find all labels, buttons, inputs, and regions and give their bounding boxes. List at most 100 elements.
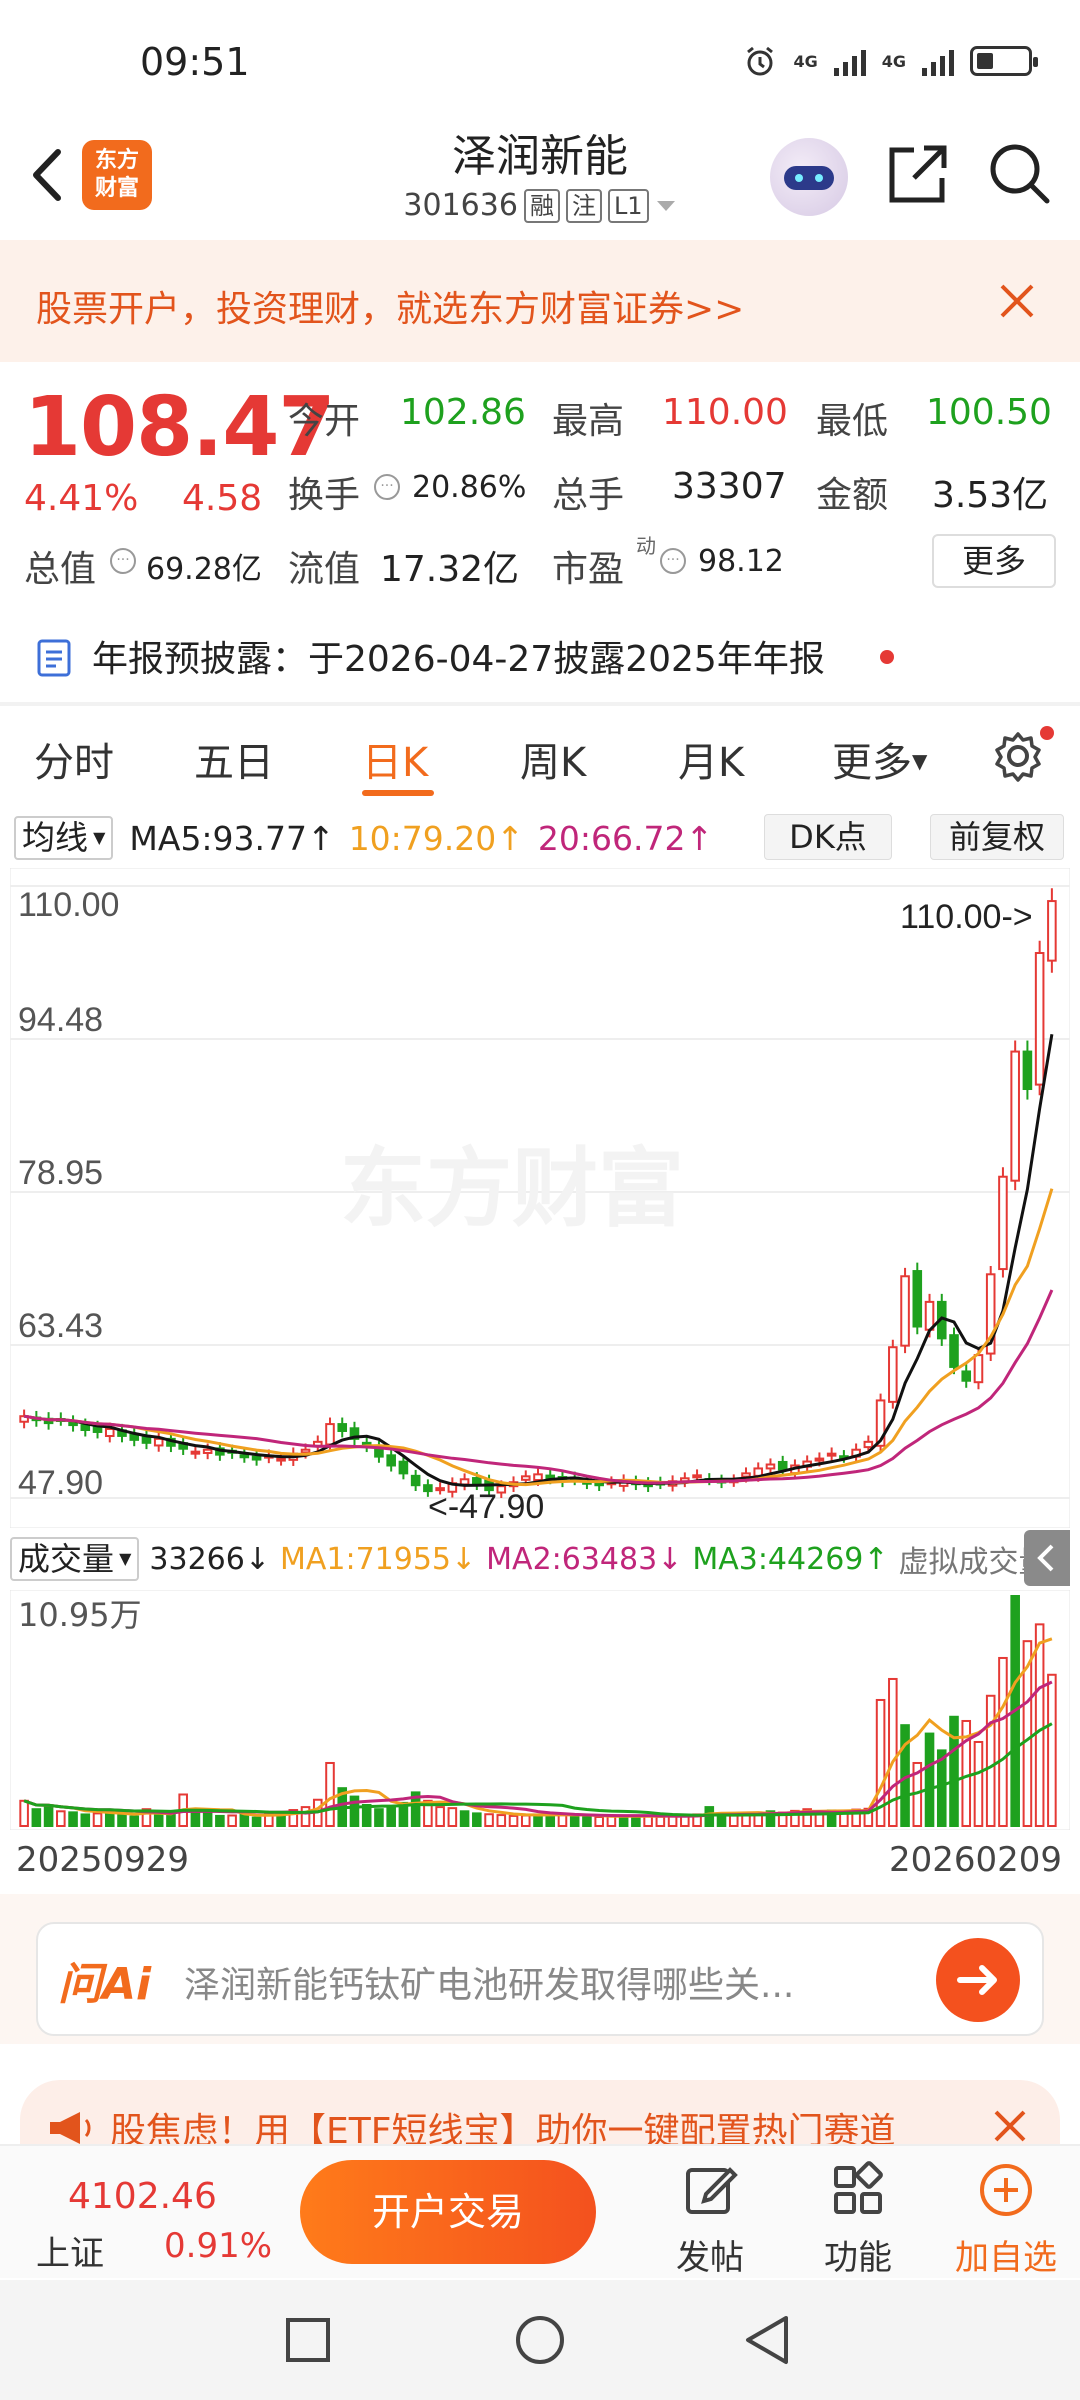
pe-value: 98.12 [698, 544, 784, 579]
volume-legend-row: 成交量 ▼ 33266↓ MA1:71955↓ MA2:63483↓ MA3:4… [10, 1532, 1070, 1586]
volume-bar [606, 1815, 617, 1827]
network-label-1: 4G [793, 51, 818, 71]
volume-bar [949, 1715, 959, 1827]
recent-apps-icon[interactable] [284, 2316, 332, 2364]
open-label: 今开 [288, 401, 361, 442]
ma-selector[interactable]: 均线 ▼ [14, 816, 114, 860]
volume-bar [166, 1814, 176, 1827]
gear-icon[interactable] [990, 728, 1046, 784]
vol-ma2: MA2:63483↓ [486, 1541, 683, 1577]
volume-bar [215, 1814, 225, 1827]
chevron-down-icon: ▼ [114, 1549, 132, 1568]
volume-bar [1034, 1623, 1045, 1827]
high-label: 最高 [552, 401, 625, 442]
ma-selector-label: 均线 [22, 818, 88, 857]
index-value[interactable]: 4102.46 [68, 2176, 217, 2217]
volume-bar [43, 1805, 54, 1828]
tab-daily-k[interactable]: 日K [362, 730, 428, 788]
candle [520, 1475, 531, 1481]
volume-bar [557, 1814, 568, 1827]
candle [814, 1457, 825, 1462]
open-value: 102.86 [400, 392, 526, 433]
close-icon[interactable] [992, 276, 1042, 326]
tab-more[interactable]: 更多▼ [832, 730, 927, 788]
index-name[interactable]: 上证 [36, 2226, 104, 2275]
volume-value: 33307 [672, 466, 787, 507]
arrow-right-icon [957, 1965, 997, 1995]
ma-legend-row: 均线 ▼ MA5:93.77↑ 10:79.20↑ 20:66.72↑ [14, 814, 727, 862]
candle [1034, 952, 1045, 1086]
tab-five-day[interactable]: 五日 [194, 730, 274, 788]
amount-label: 金额 [816, 475, 889, 516]
info-icon-pe[interactable]: ··· [660, 548, 686, 574]
report-notice[interactable]: 年报预披露：于2026-04-27披露2025年年报 [92, 630, 825, 682]
ma5-value: MA5:93.77↑ [129, 818, 335, 858]
float-label: 流值 [288, 549, 361, 590]
status-icons: 4G 4G [743, 44, 1038, 78]
candle [80, 1424, 91, 1431]
add-watchlist-button[interactable]: 加自选 [946, 2160, 1066, 2279]
more-quote-button[interactable]: 更多 [932, 534, 1056, 588]
pe-superscript: 动 [636, 534, 656, 558]
level-tag: L1 [607, 188, 649, 223]
share-icon[interactable] [884, 140, 952, 208]
network-label-2: 4G [881, 51, 906, 71]
open-account-trade-button[interactable]: 开户交易 [300, 2160, 596, 2264]
dropdown-triangle-icon[interactable] [655, 199, 677, 213]
candle [949, 1334, 959, 1368]
volume-bar [496, 1814, 507, 1827]
post-label: 发帖 [676, 2238, 744, 2278]
post-button[interactable]: 发帖 [650, 2160, 770, 2279]
candle [912, 1270, 923, 1328]
volume-bar [998, 1656, 1008, 1827]
volume-bar [924, 1732, 935, 1827]
y-tick-label: 78.95 [18, 1154, 103, 1192]
adjust-button[interactable]: 前复权 [930, 814, 1064, 860]
y-tick-label: 110.00 [18, 886, 119, 924]
status-time: 09:51 [140, 40, 250, 84]
volume-bar [594, 1815, 604, 1827]
end-date: 20260209 [888, 1840, 1062, 1880]
tab-weekly-k[interactable]: 周K [520, 730, 586, 788]
volume-bar [459, 1810, 470, 1827]
volume-selector[interactable]: 成交量 ▼ [10, 1537, 140, 1581]
close-icon[interactable] [990, 2106, 1030, 2146]
low-marker: <-47.90 [428, 1488, 544, 1526]
ai-assistant-avatar[interactable] [770, 138, 848, 216]
tab-more-label: 更多 [832, 740, 912, 786]
gear-notification-dot [1040, 726, 1054, 740]
home-icon[interactable] [514, 2314, 566, 2366]
chevron-left-icon[interactable] [1024, 1530, 1070, 1586]
candle [765, 1463, 776, 1470]
turnover-value: 20.86% [412, 470, 527, 505]
candle [741, 1472, 751, 1478]
start-date: 20250929 [16, 1840, 190, 1880]
volume-chart[interactable]: 10.95万 [10, 1590, 1070, 1830]
ai-go-button[interactable] [936, 1938, 1020, 2022]
dk-point-button[interactable]: DK点 [764, 814, 892, 860]
candle [386, 1454, 396, 1467]
volume-bar [68, 1811, 78, 1827]
tab-monthly-k[interactable]: 月K [678, 730, 744, 788]
turnover-label: 换手 [288, 475, 361, 516]
volume-bar [973, 1740, 984, 1827]
change-percent: 4.41% [24, 478, 139, 519]
candlestick-chart[interactable]: 110.00 94.48 78.95 63.43 47.90 东方财富 110.00-> <-… [10, 868, 1070, 1528]
volume-bar [300, 1806, 311, 1827]
banner-text[interactable]: 股票开户，投资理财，就选东方财富证券>> [36, 280, 744, 332]
candle [153, 1437, 164, 1447]
search-icon[interactable] [986, 140, 1052, 206]
alarm-icon [747, 46, 774, 76]
info-icon[interactable]: ··· [374, 474, 400, 500]
index-percent[interactable]: 0.91% [164, 2226, 272, 2266]
ai-suggested-question[interactable]: 泽润新能钙钛矿电池研发取得哪些关... [184, 1956, 794, 2008]
functions-button[interactable]: 功能 [798, 2160, 918, 2279]
volume-bar [386, 1806, 396, 1827]
volume-bar [251, 1816, 262, 1828]
tab-intraday[interactable]: 分时 [34, 730, 114, 788]
volume-bar [435, 1806, 445, 1827]
document-icon [37, 639, 71, 677]
back-nav-icon[interactable] [742, 2314, 792, 2366]
info-icon-mcap[interactable]: ··· [110, 548, 136, 574]
candle [533, 1473, 543, 1482]
